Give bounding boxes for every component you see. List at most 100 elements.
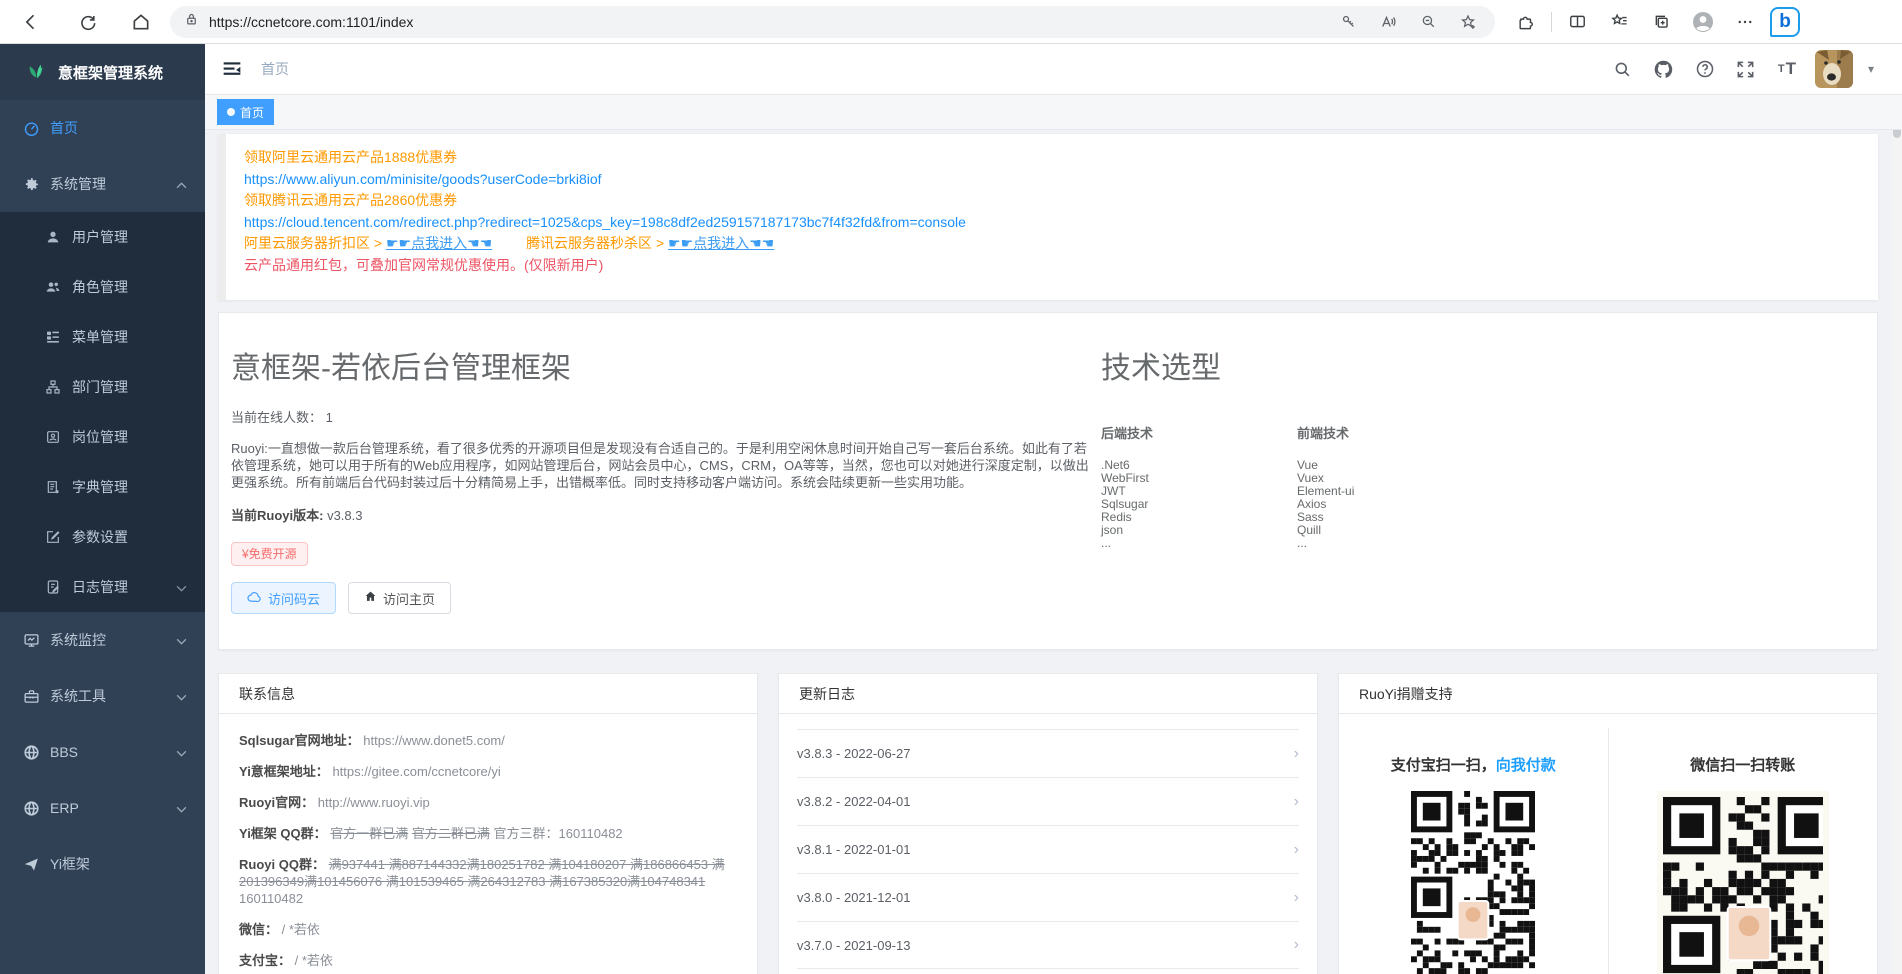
tencent-seckill-label: 腾讯云服务器秒杀区 > — [526, 235, 664, 251]
sidebar-item-system-tools[interactable]: 系统工具 — [0, 668, 205, 724]
sidebar-item-system-monitor[interactable]: 系统监控 — [0, 612, 205, 668]
sidebar-item-menu-mgmt[interactable]: 菜单管理 — [0, 312, 205, 362]
dictionary-icon — [44, 478, 62, 496]
sidebar-item-yi-framework[interactable]: Yi框架 — [0, 836, 205, 892]
version-value: v3.8.3 — [327, 508, 362, 523]
chevron-down-icon — [176, 800, 187, 816]
password-key-icon[interactable] — [1331, 5, 1365, 39]
breadcrumb[interactable]: 首页 — [261, 59, 289, 79]
alipay-scan-label: 支付宝扫一扫， — [1391, 757, 1496, 774]
notice-left-scrollbar[interactable] — [218, 134, 226, 300]
changelog-row[interactable]: v3.8.2 - 2022-04-01 › — [797, 777, 1299, 825]
roles-icon — [44, 278, 62, 296]
sidebar-item-label: 系统管理 — [50, 174, 176, 194]
sidebar-item-bbs[interactable]: BBS — [0, 724, 205, 780]
contact-row-sqlsugar: Sqlsugar官网地址： https://www.donet5.com/ — [239, 732, 737, 749]
favorite-star-add-icon[interactable] — [1451, 5, 1485, 39]
chevron-right-icon: › — [1294, 889, 1299, 907]
tab-home[interactable]: 首页 — [217, 99, 274, 125]
user-avatar[interactable] — [1815, 50, 1853, 88]
frontend-tech-header: 前端技术 — [1297, 423, 1493, 442]
intro-paragraph: Ruoyi:一直想做一款后台管理系统，看了很多优秀的开源项目但是发现没有合适自己… — [231, 440, 1089, 491]
sidebar-item-user-mgmt[interactable]: 用户管理 — [0, 212, 205, 262]
globe-icon — [22, 743, 40, 761]
address-bar[interactable]: https://ccnetcore.com:1101/index — [170, 6, 1495, 38]
chevron-down-icon — [176, 632, 187, 648]
leaf-logo-icon — [26, 59, 48, 86]
changelog-row[interactable]: v3.7.0 - 2021-09-13 › — [797, 921, 1299, 969]
edit-icon — [44, 528, 62, 546]
version-label: 当前Ruoyi版本: — [231, 508, 323, 523]
header-search-icon[interactable] — [1610, 56, 1636, 82]
read-aloud-icon[interactable] — [1371, 5, 1405, 39]
browser-home-icon[interactable] — [124, 5, 158, 39]
app-title: 意框架管理系统 — [58, 62, 163, 83]
visit-gitee-button[interactable]: 访问码云 — [231, 582, 336, 614]
aliyun-enter-link[interactable]: ☛☛点我进入☚☚ — [386, 235, 492, 251]
announcement-panel: 领取阿里云通用云产品1888优惠券 https://www.aliyun.com… — [218, 134, 1878, 300]
github-icon[interactable] — [1651, 56, 1677, 82]
contact-row-ruoyi-qq: Ruoyi QQ群： 满937441 满887144332满180251782 … — [239, 856, 737, 907]
chevron-down-icon — [176, 579, 187, 595]
gear-icon — [22, 175, 40, 193]
notice-line-redpacket: 云产品通用红包，可叠加官网常规优惠使用。(仅限新用户) — [244, 255, 966, 277]
aliyun-coupon-link[interactable]: https://www.aliyun.com/minisite/goods?us… — [244, 171, 602, 187]
avatar-caret-down-icon[interactable]: ▾ — [1868, 62, 1874, 76]
tencent-coupon-link[interactable]: https://cloud.tencent.com/redirect.php?r… — [244, 214, 966, 230]
main-content: 领取阿里云通用云产品1888优惠券 https://www.aliyun.com… — [205, 130, 1892, 974]
changelog-card-header: 更新日志 — [779, 674, 1317, 714]
tech-selection-title: 技术选型 — [1101, 343, 1871, 387]
sidebar-item-erp[interactable]: ERP — [0, 780, 205, 836]
contact-card-header: 联系信息 — [219, 674, 757, 714]
wechat-scan-label: 微信扫一扫转账 — [1690, 754, 1795, 775]
pay-me-link[interactable]: 向我付款 — [1496, 757, 1556, 774]
extensions-puzzle-icon[interactable] — [1509, 5, 1543, 39]
zoom-out-icon[interactable] — [1411, 5, 1445, 39]
notice-line-aliyun-coupon: 领取阿里云通用云产品1888优惠券 — [244, 147, 966, 169]
ruoyi-site-link[interactable]: http://www.ruoyi.vip — [318, 795, 430, 810]
yi-gitee-link[interactable]: https://gitee.com/ccnetcore/yi — [332, 764, 500, 779]
aliyun-discount-label: 阿里云服务器折扣区 > — [244, 235, 382, 251]
favorites-bar-icon[interactable] — [1602, 5, 1636, 39]
chevron-down-icon — [176, 744, 187, 760]
browser-toolbar: https://ccnetcore.com:1101/index — [0, 0, 1902, 44]
sidebar-item-param-settings[interactable]: 参数设置 — [0, 512, 205, 562]
sidebar-item-role-mgmt[interactable]: 角色管理 — [0, 262, 205, 312]
sidebar-toggle-icon[interactable] — [219, 56, 245, 82]
browser-profile-avatar[interactable] — [1686, 5, 1720, 39]
sqlsugar-site-link[interactable]: https://www.donet5.com/ — [363, 733, 505, 748]
app-logo[interactable]: 意框架管理系统 — [0, 44, 205, 100]
browser-refresh-icon[interactable] — [70, 5, 104, 39]
font-size-icon[interactable]: TT — [1774, 56, 1800, 82]
changelog-list: v3.8.3 - 2022-06-27 › v3.8.2 - 2022-04-0… — [797, 729, 1299, 969]
help-question-icon[interactable] — [1692, 56, 1718, 82]
sidebar-item-system-mgmt[interactable]: 系统管理 — [0, 156, 205, 212]
sidebar-item-post-mgmt[interactable]: 岗位管理 — [0, 412, 205, 462]
browser-settings-dots-icon[interactable] — [1728, 5, 1762, 39]
browser-back-icon[interactable] — [14, 5, 48, 39]
bing-chat-icon[interactable]: b — [1770, 7, 1800, 37]
sidebar-item-log-mgmt[interactable]: 日志管理 — [0, 562, 205, 612]
changelog-row[interactable]: v3.8.1 - 2022-01-01 › — [797, 825, 1299, 873]
sidebar-item-home[interactable]: 首页 — [0, 100, 205, 156]
dashboard-icon — [22, 119, 40, 137]
chevron-right-icon: › — [1294, 793, 1299, 811]
sidebar-submenu-system: 用户管理 角色管理 菜单管理 部门管理 岗位管理 — [0, 212, 205, 612]
fullscreen-icon[interactable] — [1733, 56, 1759, 82]
globe-icon — [22, 799, 40, 817]
tencent-enter-link[interactable]: ☛☛点我进入☚☚ — [668, 235, 774, 251]
chevron-right-icon: › — [1294, 745, 1299, 763]
sidebar-item-dept-mgmt[interactable]: 部门管理 — [0, 362, 205, 412]
collections-icon[interactable] — [1644, 5, 1678, 39]
donate-card-header: RuoYi捐赠支持 — [1339, 674, 1877, 714]
sidebar-item-dict-mgmt[interactable]: 字典管理 — [0, 462, 205, 512]
changelog-row[interactable]: v3.8.0 - 2021-12-01 › — [797, 873, 1299, 921]
chevron-down-icon — [176, 688, 187, 704]
paper-plane-icon — [22, 855, 40, 873]
lock-icon — [184, 12, 199, 32]
page-scrollbar[interactable] — [1892, 44, 1902, 974]
visit-homepage-button[interactable]: 访问主页 — [348, 582, 451, 614]
changelog-row[interactable]: v3.8.3 - 2022-06-27 › — [797, 729, 1299, 777]
split-screen-icon[interactable] — [1560, 5, 1594, 39]
org-icon — [44, 378, 62, 396]
